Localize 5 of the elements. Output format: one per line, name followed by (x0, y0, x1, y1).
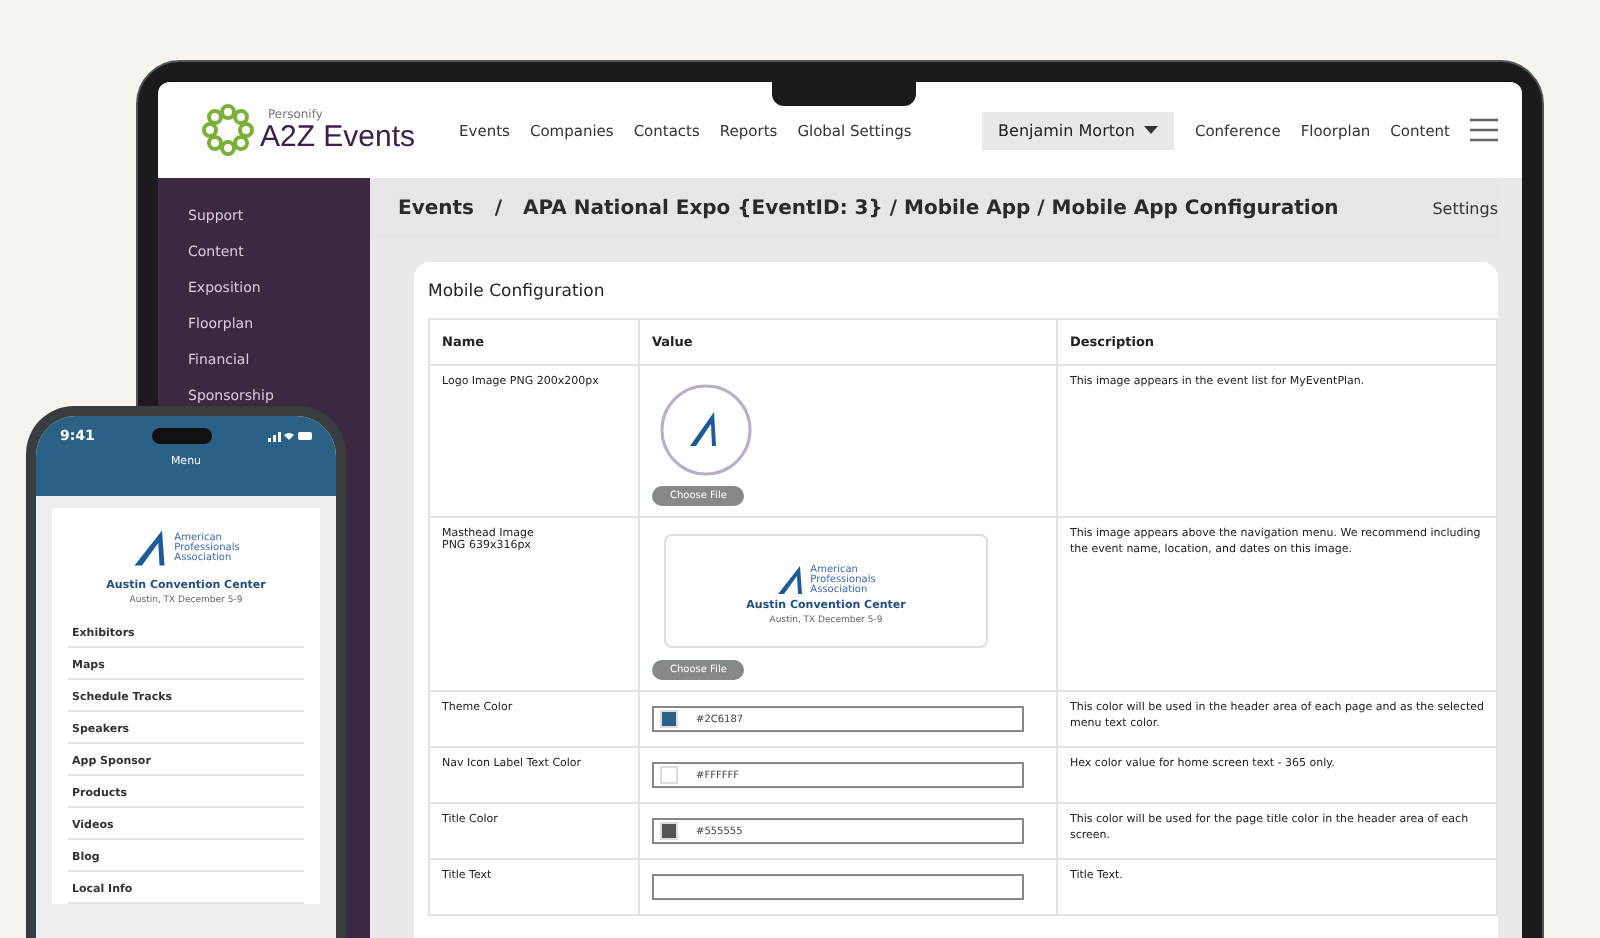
settings-link[interactable]: Settings (1432, 199, 1498, 217)
breadcrumb: Events / APA National Expo {EventID: 3} / Mobile App / Mobile App Configuration (398, 197, 1339, 219)
user-menu-button[interactable]: Benjamin Morton (982, 111, 1175, 149)
card-title: Mobile Configuration (428, 280, 607, 306)
brand-name: A2Z Events (260, 121, 416, 151)
